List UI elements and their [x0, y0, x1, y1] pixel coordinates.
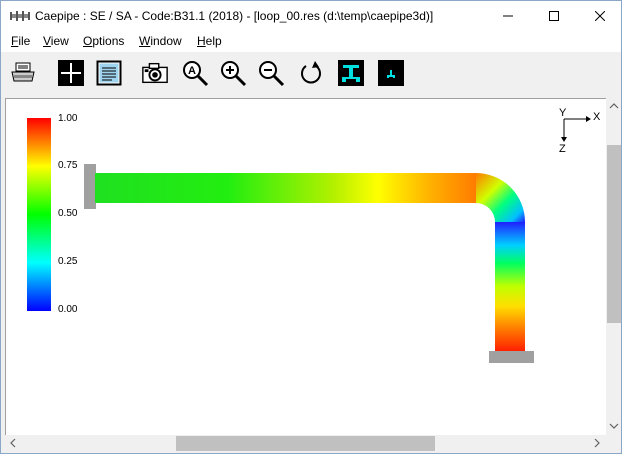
- legend-label-max: 1.00: [58, 113, 78, 124]
- vertical-pipe: [495, 222, 525, 351]
- camera-button[interactable]: [141, 59, 169, 87]
- y-axis-label: Y: [559, 107, 567, 119]
- print-icon: [11, 62, 35, 82]
- print-button[interactable]: [9, 59, 37, 87]
- zoom-all-icon: A: [183, 61, 209, 87]
- close-icon: [595, 11, 605, 21]
- legend-label-min: 0.00: [58, 304, 78, 315]
- zoom-out-button[interactable]: [257, 59, 285, 87]
- z-axis-arrow-icon: [561, 137, 567, 142]
- text-list-button[interactable]: [95, 59, 123, 87]
- title-bar[interactable]: Caepipe : SE / SA - Code:B31.1 (2018) - …: [1, 1, 621, 31]
- toolbar: A: [1, 52, 621, 96]
- pipe-elbow: [476, 173, 525, 222]
- horizontal-scrollbar-graphic: [10, 436, 600, 451]
- scroll-up-icon[interactable]: [609, 103, 619, 109]
- app-pipe-icon: [10, 11, 30, 21]
- show-supports-small-icon: [378, 60, 404, 86]
- menu-file[interactable]: File: [11, 34, 30, 48]
- maximize-button[interactable]: [531, 1, 577, 31]
- menu-options[interactable]: Options: [83, 34, 124, 48]
- horizontal-scrollbar[interactable]: [5, 435, 606, 452]
- crosshair-icon: [58, 60, 84, 86]
- scrollbar-corner: [606, 435, 621, 452]
- legend-label-050: 0.50: [58, 208, 78, 219]
- x-axis-label: X: [593, 111, 601, 123]
- legend-label-075: 0.75: [58, 160, 78, 171]
- minimize-button[interactable]: [485, 1, 531, 31]
- maximize-icon: [549, 11, 559, 21]
- crosshair-button[interactable]: [57, 59, 85, 87]
- anchor-support-left: [84, 164, 96, 209]
- show-supports-icon: [338, 60, 364, 86]
- vertical-scrollbar-graphic: [607, 103, 621, 429]
- horizontal-scroll-thumb[interactable]: [176, 436, 435, 451]
- scroll-right-icon[interactable]: [594, 438, 600, 448]
- show-supports-button[interactable]: [337, 59, 365, 87]
- menu-view[interactable]: View: [43, 34, 69, 48]
- vertical-scrollbar[interactable]: [606, 98, 621, 435]
- z-axis-label: Z: [559, 143, 566, 155]
- close-button[interactable]: [577, 1, 621, 31]
- minimize-icon: [503, 15, 513, 17]
- zoom-in-button[interactable]: [219, 59, 247, 87]
- menu-bar: File View Options Window Help: [1, 31, 621, 52]
- camera-icon: [142, 62, 168, 84]
- color-scale-bar: [27, 118, 51, 311]
- legend-label-025: 0.25: [58, 256, 78, 267]
- x-axis-arrow-icon: [586, 116, 591, 122]
- application-window: Caepipe : SE / SA - Code:B31.1 (2018) - …: [0, 0, 622, 454]
- scroll-down-icon[interactable]: [609, 423, 619, 429]
- show-supports-small-button[interactable]: [377, 59, 405, 87]
- window-title: Caepipe : SE / SA - Code:B31.1 (2018) - …: [35, 9, 434, 23]
- graphics-viewport[interactable]: 1.00 0.75 0.50 0.25 0.00 Y X Z: [5, 98, 606, 435]
- vertical-scroll-thumb[interactable]: [607, 145, 621, 323]
- zoom-in-icon: [221, 61, 247, 87]
- menu-help[interactable]: Help: [197, 34, 222, 48]
- svg-text:A: A: [188, 65, 196, 77]
- horizontal-pipe: [95, 173, 477, 203]
- pipe-model-canvas: [27, 116, 591, 363]
- scroll-left-icon[interactable]: [10, 438, 16, 448]
- zoom-all-button[interactable]: A: [181, 59, 209, 87]
- rotate-button[interactable]: [297, 59, 325, 87]
- zoom-out-icon: [259, 61, 285, 87]
- rotate-icon: [301, 61, 321, 84]
- menu-window[interactable]: Window: [139, 34, 182, 48]
- text-list-icon: [96, 60, 122, 86]
- anchor-support-bottom: [489, 351, 534, 363]
